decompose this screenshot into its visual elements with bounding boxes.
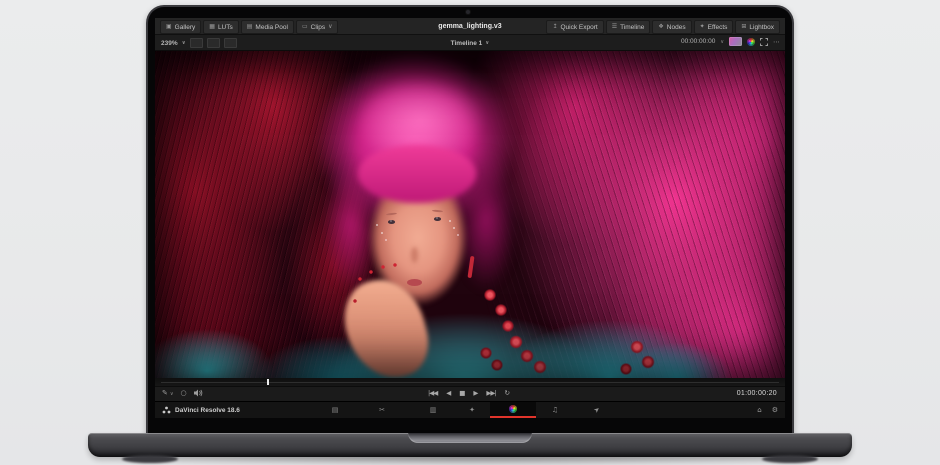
color-page-icon bbox=[509, 405, 517, 413]
viewer-tool-button-2[interactable] bbox=[207, 38, 220, 48]
play-button[interactable]: ▶ bbox=[473, 389, 477, 397]
zoom-level-group: 239% ∨ bbox=[161, 38, 237, 48]
viewer-timecode[interactable]: 00:00:00:00 bbox=[681, 38, 715, 45]
luts-label: LUTs bbox=[218, 24, 233, 31]
page-tab-fairlight[interactable]: ♫ bbox=[548, 402, 562, 418]
media-pool-label: Media Pool bbox=[255, 24, 288, 31]
quick-export-icon: ↥ bbox=[552, 24, 557, 30]
viewer-toolbar-right: 00:00:00:00 ∨ ⋯ bbox=[681, 37, 780, 46]
lightbox-label: Lightbox bbox=[749, 24, 774, 31]
fairlight-page-icon: ♫ bbox=[552, 406, 558, 414]
last-frame-button[interactable]: ▶▶| bbox=[486, 389, 495, 397]
jog-track bbox=[161, 382, 779, 383]
chevron-down-icon: ∨ bbox=[170, 391, 174, 397]
effects-button[interactable]: ✦ Effects bbox=[694, 20, 734, 34]
color-wheel-icon[interactable] bbox=[747, 38, 755, 46]
timeline-icon: ☰ bbox=[612, 24, 617, 30]
gallery-label: Gallery bbox=[175, 24, 196, 31]
timeline-panel-label: Timeline bbox=[620, 24, 644, 31]
home-icon[interactable]: ⌂ bbox=[757, 406, 761, 414]
effects-label: Effects bbox=[708, 24, 728, 31]
transport-bar: ✎ ∨ ○ |◀◀ ◀ ■ ▶ bbox=[155, 386, 785, 401]
deliver-page-icon: ➤ bbox=[592, 405, 602, 415]
lightbox-button[interactable]: ⊞ Lightbox bbox=[735, 20, 780, 34]
luts-button[interactable]: ▦ LUTs bbox=[203, 20, 238, 34]
laptop-screen: ▣ Gallery ▦ LUTs ▤ Media Pool ▭ Clips bbox=[155, 18, 785, 418]
page-tab-cut[interactable]: ✂ bbox=[375, 402, 389, 418]
clips-button[interactable]: ▭ Clips ∨ bbox=[296, 20, 339, 34]
timeline-panel-button[interactable]: ☰ Timeline bbox=[606, 20, 651, 34]
page-background: ▣ Gallery ▦ LUTs ▤ Media Pool ▭ Clips bbox=[0, 0, 940, 465]
page-bar-right: ⌂ ⚙ bbox=[757, 402, 778, 418]
settings-gear-icon[interactable]: ⚙ bbox=[772, 406, 778, 414]
transport-left-tools: ✎ ∨ ○ bbox=[162, 389, 203, 397]
nodes-label: Nodes bbox=[667, 24, 686, 31]
viewer-image[interactable] bbox=[155, 51, 785, 378]
media-pool-icon: ▤ bbox=[247, 24, 253, 30]
lid-lift-notch bbox=[408, 433, 532, 443]
media-page-icon: ▤ bbox=[332, 406, 339, 414]
gallery-button[interactable]: ▣ Gallery bbox=[160, 20, 201, 34]
quick-export-label: Quick Export bbox=[560, 24, 597, 31]
quick-export-button[interactable]: ↥ Quick Export bbox=[546, 20, 603, 34]
chevron-down-icon: ∨ bbox=[720, 39, 724, 45]
draw-tool-button[interactable]: ✎ ∨ bbox=[162, 389, 174, 397]
chevron-down-icon: ∨ bbox=[485, 40, 489, 46]
jog-bar[interactable] bbox=[155, 378, 785, 386]
page-tab-fusion[interactable]: ✦ bbox=[465, 402, 479, 418]
stop-button[interactable]: ■ bbox=[459, 389, 464, 397]
transport-controls: |◀◀ ◀ ■ ▶ ▶▶| ↻ bbox=[428, 389, 509, 397]
app-version-label: DaVinci Resolve 18.6 bbox=[175, 407, 240, 414]
cut-page-icon: ✂ bbox=[379, 406, 385, 414]
viewer-toolbar: 239% ∨ Timeline 1 ∨ 00:00:00:00 ∨ bbox=[155, 35, 785, 51]
overflow-menu-icon[interactable]: ⋯ bbox=[773, 38, 780, 46]
photo-vignette bbox=[155, 51, 785, 378]
luts-icon: ▦ bbox=[209, 24, 215, 30]
laptop-base bbox=[88, 433, 852, 457]
fusion-page-icon: ✦ bbox=[469, 406, 475, 414]
davinci-logo-icon bbox=[162, 406, 171, 414]
lightbox-icon: ⊞ bbox=[741, 24, 746, 30]
viewer-tool-button-1[interactable] bbox=[190, 38, 203, 48]
chevron-down-icon: ∨ bbox=[182, 40, 186, 46]
clips-label: Clips bbox=[311, 24, 325, 31]
step-back-button[interactable]: ◀ bbox=[446, 389, 450, 397]
toolbar-left-group: ▣ Gallery ▦ LUTs ▤ Media Pool ▭ Clips bbox=[160, 20, 338, 34]
camera-dot bbox=[466, 10, 470, 14]
nodes-button[interactable]: ❖ Nodes bbox=[652, 20, 691, 34]
laptop-foot-right bbox=[762, 455, 818, 463]
clean-feed-monitor-icon[interactable] bbox=[729, 37, 742, 46]
playhead[interactable] bbox=[267, 379, 269, 385]
timeline-selector-label: Timeline 1 bbox=[451, 40, 483, 47]
edit-page-icon: ▥ bbox=[430, 406, 437, 414]
page-tab-deliver[interactable]: ➤ bbox=[590, 402, 604, 418]
volume-icon[interactable] bbox=[194, 389, 203, 397]
laptop-foot-left bbox=[122, 455, 178, 463]
expand-icon[interactable] bbox=[760, 38, 768, 46]
nodes-icon: ❖ bbox=[658, 24, 663, 30]
zoom-level-select[interactable]: 239% bbox=[161, 40, 178, 47]
viewer-tool-button-3[interactable] bbox=[224, 38, 237, 48]
loop-tool-icon[interactable]: ○ bbox=[181, 389, 187, 397]
page-tab-edit[interactable]: ▥ bbox=[426, 402, 440, 418]
page-tab-media[interactable]: ▤ bbox=[328, 402, 342, 418]
first-frame-button[interactable]: |◀◀ bbox=[428, 389, 437, 397]
chevron-down-icon: ∨ bbox=[328, 24, 332, 30]
master-timecode: 01:00:00:20 bbox=[737, 390, 777, 397]
page-bar: DaVinci Resolve 18.6 ▤ ✂ ▥ ✦ ♫ bbox=[155, 401, 785, 418]
media-pool-button[interactable]: ▤ Media Pool bbox=[241, 20, 294, 34]
pencil-icon: ✎ bbox=[162, 389, 168, 397]
effects-icon: ✦ bbox=[700, 24, 705, 30]
loop-playback-button[interactable]: ↻ bbox=[505, 389, 509, 397]
page-tab-color[interactable] bbox=[490, 402, 536, 418]
toolbar-right-group: ↥ Quick Export ☰ Timeline ❖ Nodes ✦ Effe… bbox=[546, 20, 780, 34]
gallery-icon: ▣ bbox=[166, 24, 172, 30]
laptop-lid: ▣ Gallery ▦ LUTs ▤ Media Pool ▭ Clips bbox=[146, 5, 794, 435]
app-branding: DaVinci Resolve 18.6 bbox=[162, 402, 240, 418]
clips-icon: ▭ bbox=[302, 24, 308, 30]
top-toolbar: ▣ Gallery ▦ LUTs ▤ Media Pool ▭ Clips bbox=[155, 18, 785, 35]
